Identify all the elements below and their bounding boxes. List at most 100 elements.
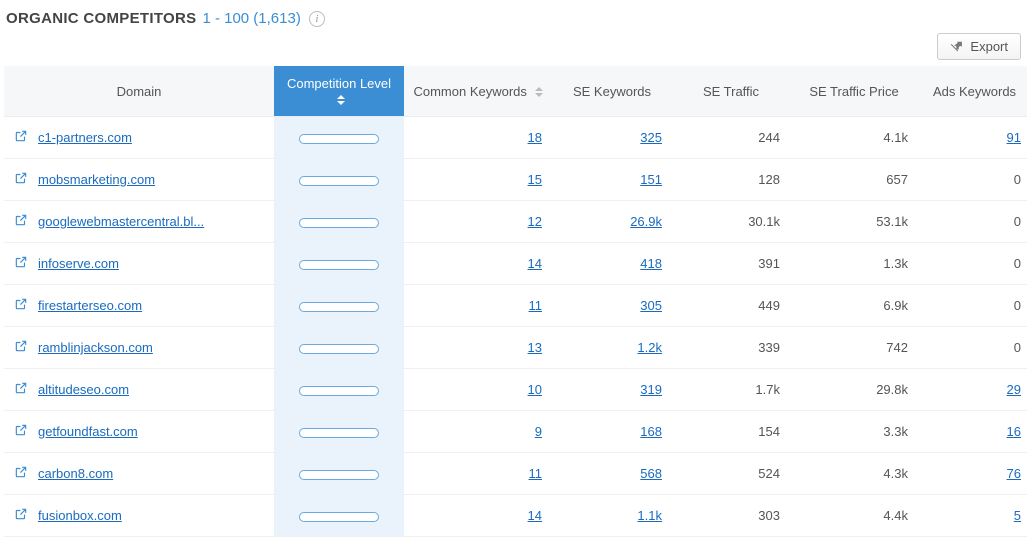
se-keywords-link[interactable]: 319 bbox=[640, 382, 662, 397]
table-row: altitudeseo.com 10 319 1.7k 29.8k 29 bbox=[4, 369, 1027, 411]
se-traffic-price-value: 742 bbox=[886, 340, 908, 355]
competition-bar bbox=[299, 134, 379, 144]
external-link-icon bbox=[14, 297, 28, 311]
sort-icon bbox=[337, 95, 345, 105]
common-keywords-link[interactable]: 9 bbox=[535, 424, 542, 439]
se-traffic-value: 339 bbox=[758, 340, 780, 355]
common-keywords-link[interactable]: 10 bbox=[528, 382, 542, 397]
sort-icon bbox=[535, 87, 543, 97]
open-domain-icon[interactable] bbox=[14, 381, 28, 398]
open-domain-icon[interactable] bbox=[14, 129, 28, 146]
domain-link[interactable]: firestarterseo.com bbox=[38, 298, 142, 313]
ads-keywords-link[interactable]: 16 bbox=[1007, 424, 1021, 439]
table-row: getfoundfast.com 9 168 154 3.3k 16 bbox=[4, 411, 1027, 453]
competition-bar bbox=[299, 260, 379, 270]
se-traffic-price-value: 1.3k bbox=[883, 256, 908, 271]
external-link-icon bbox=[14, 381, 28, 395]
common-keywords-link[interactable]: 12 bbox=[528, 214, 542, 229]
domain-link[interactable]: infoserve.com bbox=[38, 256, 119, 271]
common-keywords-link[interactable]: 11 bbox=[529, 466, 543, 481]
se-keywords-link[interactable]: 305 bbox=[640, 298, 662, 313]
se-keywords-link[interactable]: 26.9k bbox=[630, 214, 662, 229]
external-link-icon bbox=[14, 255, 28, 269]
domain-link[interactable]: carbon8.com bbox=[38, 466, 113, 481]
se-keywords-link[interactable]: 418 bbox=[640, 256, 662, 271]
share-icon bbox=[950, 40, 964, 54]
domain-link[interactable]: getfoundfast.com bbox=[38, 424, 138, 439]
domain-link[interactable]: ramblinjackson.com bbox=[38, 340, 153, 355]
domain-link[interactable]: altitudeseo.com bbox=[38, 382, 129, 397]
competition-bar bbox=[299, 302, 379, 312]
domain-link[interactable]: googlewebmastercentral.bl... bbox=[38, 214, 204, 229]
table-row: carbon8.com 11 568 524 4.3k 76 bbox=[4, 453, 1027, 495]
page-title: ORGANIC COMPETITORS bbox=[6, 10, 196, 27]
external-link-icon bbox=[14, 465, 28, 479]
se-traffic-value: 391 bbox=[758, 256, 780, 271]
open-domain-icon[interactable] bbox=[14, 339, 28, 356]
open-domain-icon[interactable] bbox=[14, 507, 28, 524]
open-domain-icon[interactable] bbox=[14, 465, 28, 482]
col-domain[interactable]: Domain bbox=[4, 66, 274, 117]
competition-bar bbox=[299, 176, 379, 186]
external-link-icon bbox=[14, 129, 28, 143]
se-traffic-price-value: 53.1k bbox=[876, 214, 908, 229]
ads-keywords-link: 0 bbox=[1014, 172, 1021, 187]
ads-keywords-link[interactable]: 29 bbox=[1007, 382, 1021, 397]
se-traffic-value: 154 bbox=[758, 424, 780, 439]
col-se-keywords[interactable]: SE Keywords bbox=[552, 66, 672, 117]
open-domain-icon[interactable] bbox=[14, 423, 28, 440]
open-domain-icon[interactable] bbox=[14, 255, 28, 272]
open-domain-icon[interactable] bbox=[14, 171, 28, 188]
se-traffic-value: 1.7k bbox=[755, 382, 780, 397]
se-traffic-value: 524 bbox=[758, 466, 780, 481]
domain-link[interactable]: mobsmarketing.com bbox=[38, 172, 155, 187]
se-traffic-value: 449 bbox=[758, 298, 780, 313]
se-traffic-price-value: 4.4k bbox=[883, 508, 908, 523]
se-keywords-link[interactable]: 1.2k bbox=[637, 340, 662, 355]
se-keywords-link[interactable]: 1.1k bbox=[637, 508, 662, 523]
se-traffic-value: 128 bbox=[758, 172, 780, 187]
ads-keywords-link[interactable]: 5 bbox=[1014, 508, 1021, 523]
se-traffic-price-value: 657 bbox=[886, 172, 908, 187]
domain-link[interactable]: fusionbox.com bbox=[38, 508, 122, 523]
ads-keywords-link: 0 bbox=[1014, 214, 1021, 229]
common-keywords-link[interactable]: 14 bbox=[528, 256, 542, 271]
se-keywords-link[interactable]: 568 bbox=[640, 466, 662, 481]
export-button[interactable]: Export bbox=[937, 33, 1021, 60]
col-common-keywords[interactable]: Common Keywords bbox=[404, 66, 552, 117]
se-traffic-value: 30.1k bbox=[748, 214, 780, 229]
se-traffic-price-value: 4.3k bbox=[883, 466, 908, 481]
result-range: 1 - 100 (1,613) bbox=[202, 10, 300, 27]
col-level-label: Competition Level bbox=[287, 76, 391, 91]
se-traffic-value: 244 bbox=[758, 130, 780, 145]
domain-link[interactable]: c1-partners.com bbox=[38, 130, 132, 145]
se-keywords-link[interactable]: 151 bbox=[640, 172, 662, 187]
ads-keywords-link[interactable]: 91 bbox=[1007, 130, 1021, 145]
se-keywords-link[interactable]: 168 bbox=[640, 424, 662, 439]
col-se-traffic-price[interactable]: SE Traffic Price bbox=[790, 66, 918, 117]
ads-keywords-link[interactable]: 76 bbox=[1007, 466, 1021, 481]
ads-keywords-link: 0 bbox=[1014, 298, 1021, 313]
open-domain-icon[interactable] bbox=[14, 297, 28, 314]
table-row: fusionbox.com 14 1.1k 303 4.4k 5 bbox=[4, 495, 1027, 537]
common-keywords-link[interactable]: 18 bbox=[528, 130, 542, 145]
col-competition-level[interactable]: Competition Level bbox=[274, 66, 404, 117]
competition-bar bbox=[299, 512, 379, 522]
col-common-label: Common Keywords bbox=[413, 84, 526, 99]
open-domain-icon[interactable] bbox=[14, 213, 28, 230]
se-keywords-link[interactable]: 325 bbox=[640, 130, 662, 145]
external-link-icon bbox=[14, 507, 28, 521]
table-row: infoserve.com 14 418 391 1.3k 0 bbox=[4, 243, 1027, 285]
common-keywords-link[interactable]: 14 bbox=[528, 508, 542, 523]
se-traffic-price-value: 4.1k bbox=[883, 130, 908, 145]
col-se-traffic[interactable]: SE Traffic bbox=[672, 66, 790, 117]
col-ads-keywords[interactable]: Ads Keywords bbox=[918, 66, 1027, 117]
common-keywords-link[interactable]: 15 bbox=[528, 172, 542, 187]
table-row: c1-partners.com 18 325 244 4.1k 91 bbox=[4, 117, 1027, 159]
common-keywords-link[interactable]: 13 bbox=[528, 340, 542, 355]
competitors-table: Domain Competition Level Common Keywords… bbox=[4, 66, 1027, 537]
se-traffic-price-value: 6.9k bbox=[883, 298, 908, 313]
common-keywords-link[interactable]: 11 bbox=[529, 298, 543, 313]
se-traffic-value: 303 bbox=[758, 508, 780, 523]
info-icon[interactable]: i bbox=[309, 11, 325, 27]
